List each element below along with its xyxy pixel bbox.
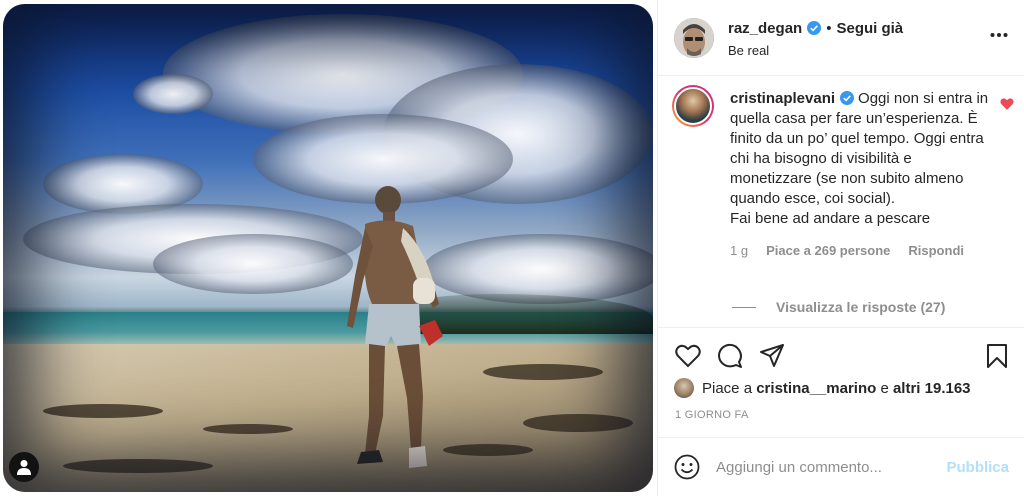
liker-username[interactable]: cristina__marino <box>756 380 876 397</box>
comment-heart-icon[interactable] <box>1000 97 1014 111</box>
comment-meta: 1 g Piace a 269 persone Rispondi <box>730 241 990 261</box>
post-date[interactable]: 1 GIORNO FA <box>675 409 749 421</box>
liker-avatar[interactable] <box>674 378 694 398</box>
side-panel: raz_degan • Segui già Be real cristinapl… <box>657 0 1024 496</box>
post-location[interactable]: Be real <box>728 43 903 58</box>
comment-username[interactable]: cristinaplevani <box>730 90 835 107</box>
view-replies[interactable]: Visualizza le risposte (27) <box>732 299 945 315</box>
likes-prefix: Piace a <box>702 379 753 397</box>
photo-frame <box>3 4 653 492</box>
comment-likes-count[interactable]: Piace a 269 persone <box>766 241 890 261</box>
avatar[interactable] <box>674 17 714 58</box>
comment-time[interactable]: 1 g <box>730 241 748 261</box>
verified-badge-icon <box>840 91 855 106</box>
add-comment-bar: Pubblica <box>658 437 1024 496</box>
header-text: raz_degan • Segui già Be real <box>728 20 903 58</box>
post-header: raz_degan • Segui già Be real <box>658 0 1024 76</box>
post-container: raz_degan • Segui già Be real cristinapl… <box>0 0 1024 496</box>
more-horizontal-icon[interactable] <box>990 26 1008 38</box>
comment-input[interactable] <box>716 458 926 476</box>
send-icon[interactable] <box>758 342 786 370</box>
likes-summary[interactable]: Piace a cristina__marino e altri 19.163 <box>674 378 971 398</box>
comment-icon[interactable] <box>716 342 744 370</box>
reply-button[interactable]: Rispondi <box>908 241 964 261</box>
likes-middle: e <box>880 379 889 397</box>
following-button[interactable]: Segui già <box>836 20 903 37</box>
publish-button[interactable]: Pubblica <box>946 459 1009 476</box>
bookmark-icon[interactable] <box>983 342 1011 370</box>
action-icons <box>674 342 786 370</box>
verified-badge-icon <box>807 21 822 35</box>
post-photo[interactable] <box>0 0 657 496</box>
view-replies-label[interactable]: Visualizza le risposte (27) <box>776 299 945 315</box>
likes-others[interactable]: altri 19.163 <box>893 380 971 397</box>
smiley-icon[interactable] <box>674 454 700 480</box>
comment-avatar[interactable] <box>672 85 714 127</box>
user-tag-icon[interactable] <box>9 452 39 482</box>
post-author-username[interactable]: raz_degan <box>728 20 802 37</box>
separator-dot: • <box>826 19 832 37</box>
comment-body: cristinaplevani Oggi non si entra in que… <box>730 89 990 261</box>
comment-text: Oggi non si entra in quella casa per far… <box>730 90 989 227</box>
action-bar: Piace a cristina__marino e altri 19.163 … <box>658 327 1024 447</box>
comment: cristinaplevani Oggi non si entra in que… <box>672 85 1002 261</box>
heart-icon[interactable] <box>674 342 702 370</box>
